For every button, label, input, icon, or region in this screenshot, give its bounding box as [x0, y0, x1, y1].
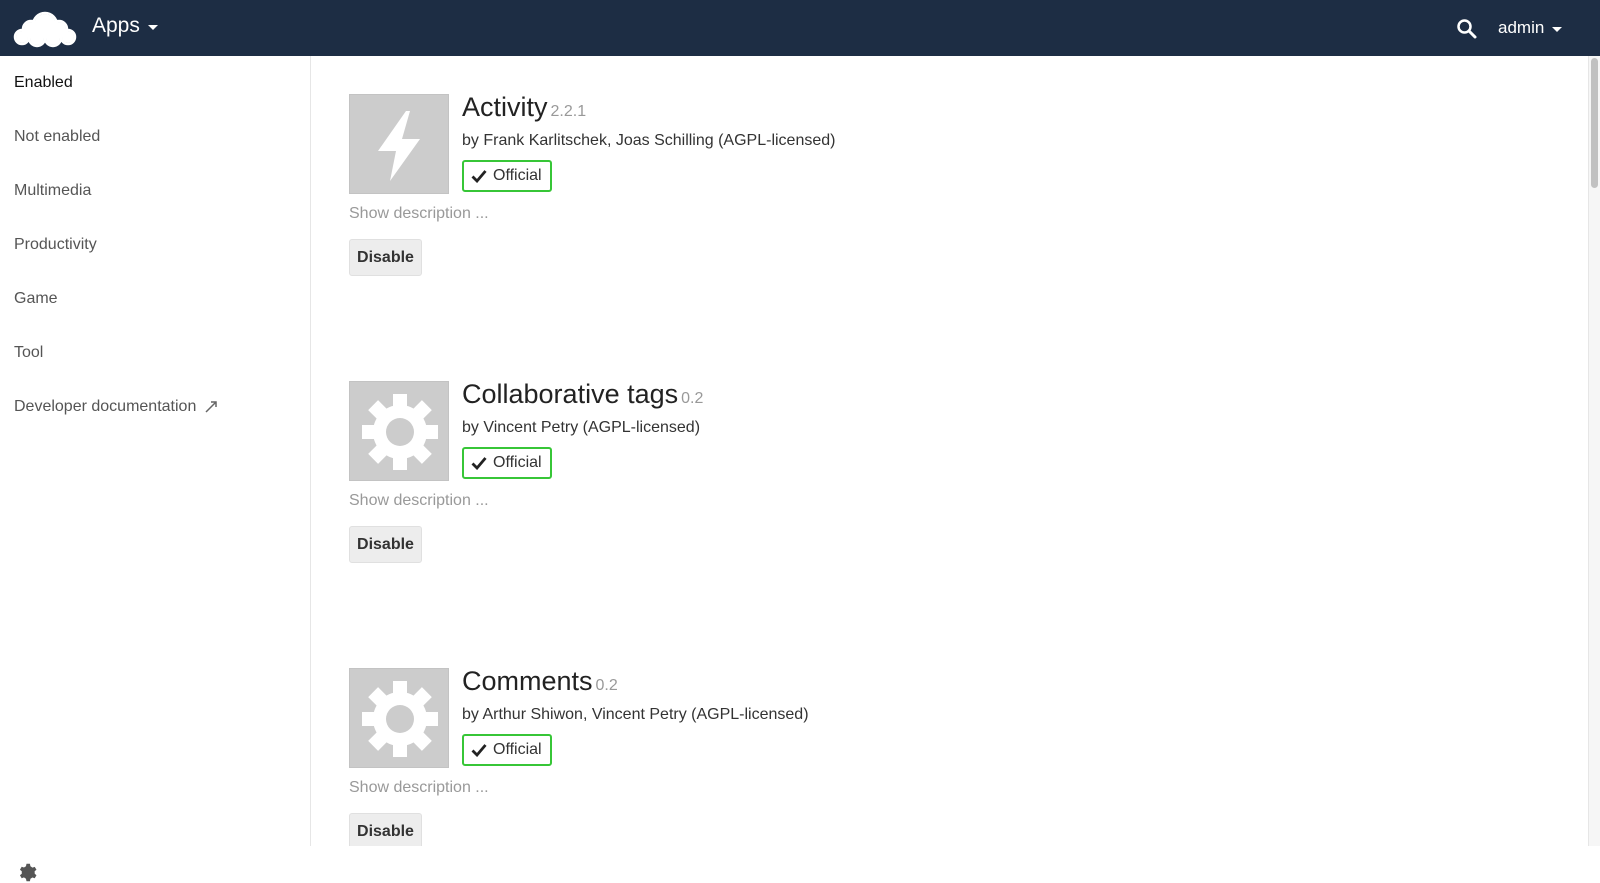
gear-icon: [362, 681, 438, 757]
app-version: 0.2: [595, 677, 618, 694]
user-menu[interactable]: admin: [1498, 18, 1563, 38]
app-title: Comments 0.2: [462, 666, 618, 697]
caret-down-icon: [1552, 27, 1563, 32]
badge-label: Official: [493, 167, 542, 184]
badge-label: Official: [493, 741, 542, 758]
owncloud-logo-icon[interactable]: [12, 8, 78, 48]
search-icon[interactable]: [1456, 18, 1478, 40]
app-name: Comments: [462, 666, 593, 696]
app-title: Collaborative tags 0.2: [462, 379, 703, 410]
badge-label: Official: [493, 454, 542, 471]
gear-icon: [362, 394, 438, 470]
app-menu-label: Apps: [92, 14, 140, 37]
app-icon: [349, 94, 449, 194]
sidebar-item-label: Developer documentation: [14, 398, 197, 415]
app-author: by Arthur Shiwon, Vincent Petry (AGPL-li…: [462, 706, 809, 723]
apps-list: Activity 2.2.1 by Frank Karlitschek, Joas…: [312, 56, 1588, 846]
official-badge: Official: [462, 447, 552, 479]
sidebar-item-enabled[interactable]: Enabled: [14, 74, 73, 92]
app-entry-collaborative-tags: Collaborative tags 0.2 by Vincent Petry (…: [349, 379, 1249, 631]
app-menu-toggle[interactable]: Apps: [92, 14, 158, 38]
external-link-icon: [205, 401, 218, 413]
app-title: Activity 2.2.1: [462, 92, 586, 123]
sidebar-item-label: Productivity: [14, 236, 97, 253]
sidebar-item-game[interactable]: Game: [14, 290, 58, 308]
app-author: by Vincent Petry (AGPL-licensed): [462, 419, 701, 436]
sidebar-item-label: Enabled: [14, 74, 73, 91]
show-description-link[interactable]: Show description ...: [349, 205, 489, 223]
sidebar-item-developer-documentation[interactable]: Developer documentation: [14, 398, 218, 416]
gear-icon[interactable]: [16, 862, 37, 883]
disable-button[interactable]: Disable: [349, 813, 422, 846]
checkmark-icon: [471, 170, 487, 183]
sidebar-item-label: Tool: [14, 344, 44, 361]
sidebar-item-not-enabled[interactable]: Not enabled: [14, 128, 100, 146]
caret-down-icon: [147, 25, 158, 30]
app-entry-activity: Activity 2.2.1 by Frank Karlitschek, Joas…: [349, 92, 1249, 344]
app-icon: [349, 668, 449, 768]
sidebar-item-tool[interactable]: Tool: [14, 344, 43, 362]
app-version: 0.2: [681, 390, 704, 407]
app-version: 2.2.1: [550, 103, 587, 120]
sidebar-item-label: Not enabled: [14, 128, 101, 145]
checkmark-icon: [471, 457, 487, 470]
disable-button[interactable]: Disable: [349, 239, 422, 276]
app-categories-sidebar: Enabled Not enabled Multimedia Productiv…: [0, 56, 311, 882]
app-entry-comments: Comments 0.2 by Arthur Shiwon, Vincent Pe…: [349, 666, 1249, 846]
scrollbar-thumb[interactable]: [1591, 58, 1598, 188]
sidebar-item-label: Multimedia: [14, 182, 92, 199]
content-scrollbar[interactable]: [1588, 56, 1600, 846]
sidebar-item-label: Game: [14, 290, 58, 307]
app-icon: [349, 381, 449, 481]
app-name: Collaborative tags: [462, 379, 679, 409]
lightning-icon: [378, 111, 420, 181]
top-header: Apps admin: [0, 0, 1600, 56]
official-badge: Official: [462, 734, 552, 766]
show-description-link[interactable]: Show description ...: [349, 779, 489, 797]
sidebar-item-productivity[interactable]: Productivity: [14, 236, 97, 254]
disable-button[interactable]: Disable: [349, 526, 422, 563]
app-author: by Frank Karlitschek, Joas Schilling (AG…: [462, 132, 836, 149]
official-badge: Official: [462, 160, 552, 192]
app-name: Activity: [462, 92, 548, 122]
checkmark-icon: [471, 744, 487, 757]
user-name: admin: [1498, 18, 1545, 37]
show-description-link[interactable]: Show description ...: [349, 492, 489, 510]
sidebar-item-multimedia[interactable]: Multimedia: [14, 182, 91, 200]
